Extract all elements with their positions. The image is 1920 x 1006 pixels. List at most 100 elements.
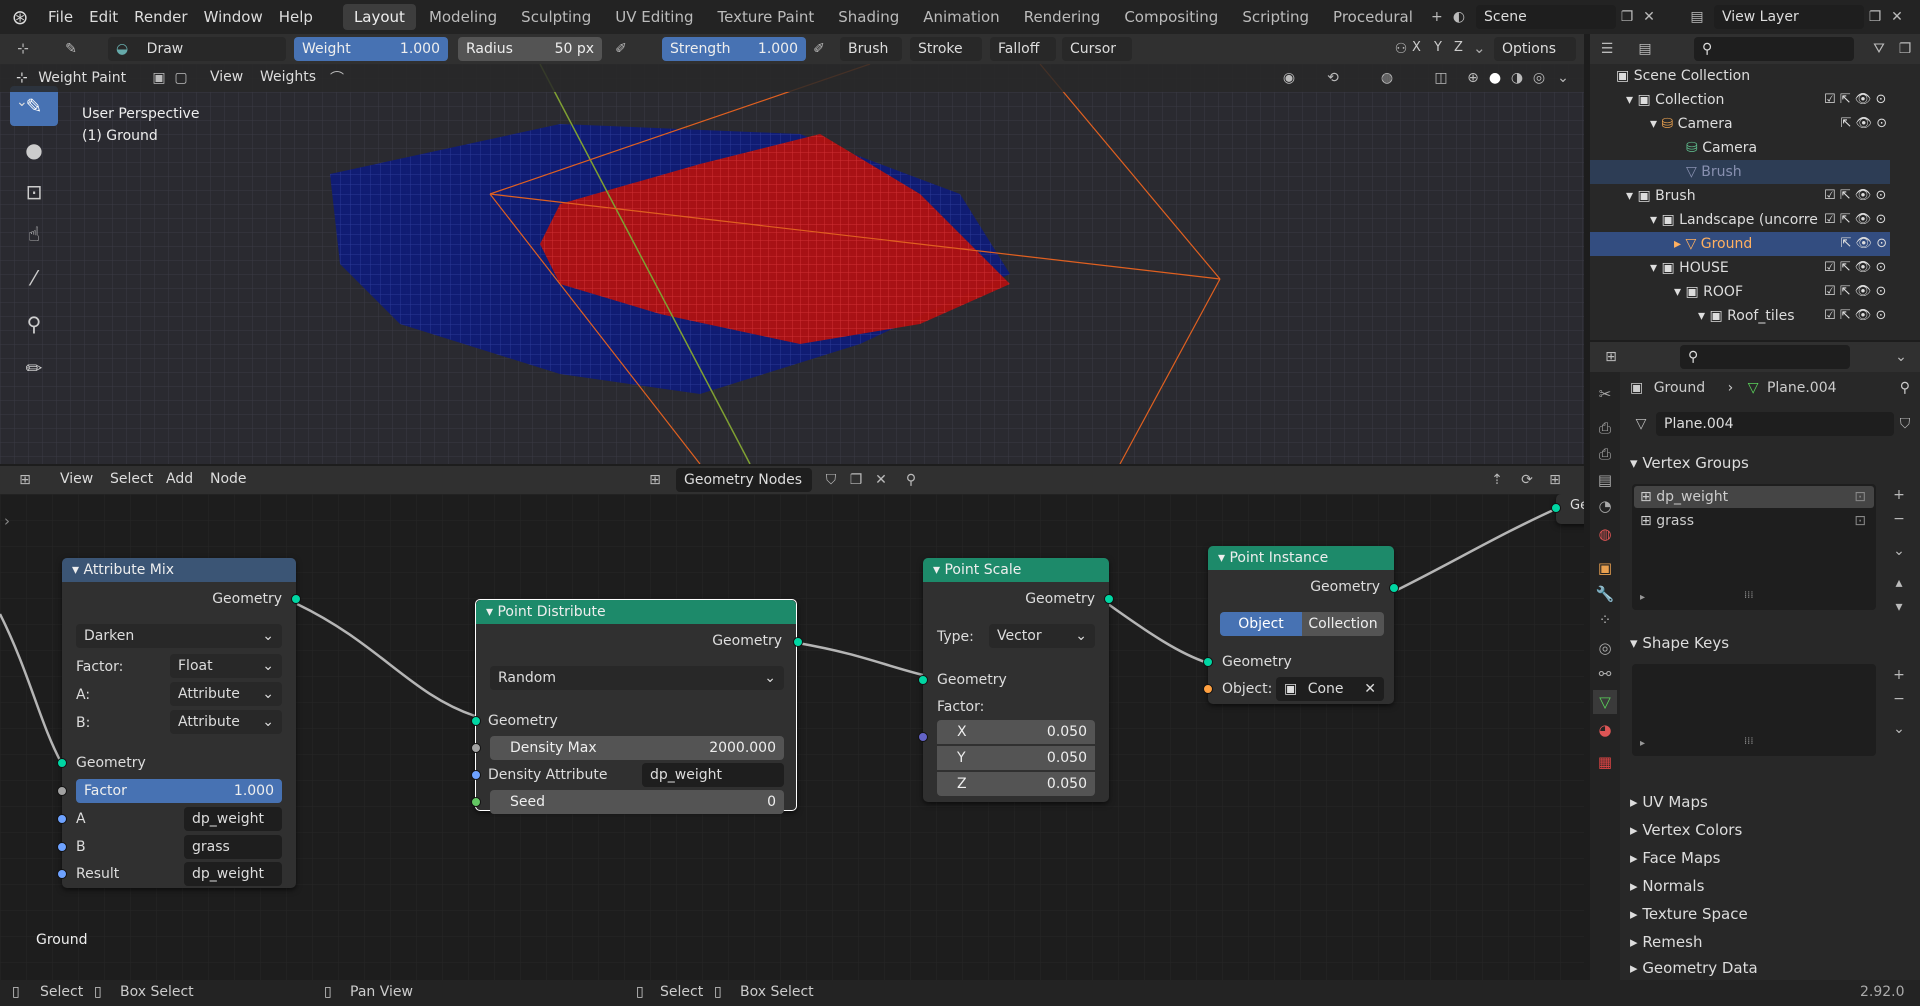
node-group-output[interactable]: Ge (1551, 494, 1584, 524)
tool-tab-icon[interactable]: ✂ (1593, 382, 1617, 406)
material-shading-icon[interactable]: ◑ (1506, 67, 1528, 89)
solid-shading-icon[interactable]: ● (1484, 67, 1506, 89)
add-vertex-group-icon[interactable]: + (1888, 484, 1910, 506)
new-scene-icon[interactable]: ❐ (1616, 6, 1638, 28)
tab-uv-editing[interactable]: UV Editing (604, 4, 704, 30)
panel-uv-maps[interactable]: ▸ UV Maps (1630, 788, 1708, 816)
a-attribute-input[interactable]: dp_weight (184, 807, 282, 831)
attribute-mix-header[interactable]: ▾ Attribute Mix (62, 558, 296, 582)
delete-scene-icon[interactable]: ✕ (1638, 6, 1660, 28)
texture-tab-icon[interactable]: ▦ (1593, 750, 1617, 774)
group-output-geometry-socket[interactable] (1551, 503, 1561, 513)
menu-help[interactable]: Help (271, 0, 321, 34)
tab-rendering[interactable]: Rendering (1013, 4, 1112, 30)
node-menu-add[interactable]: Add (166, 471, 193, 487)
expand-icon[interactable]: ▾ (1674, 284, 1681, 300)
result-attribute-input[interactable]: dp_weight (184, 862, 282, 886)
b-type-dropdown[interactable]: Attribute ⌄ (170, 710, 282, 734)
tab-scripting[interactable]: Scripting (1231, 4, 1320, 30)
point-instance-out-geometry-socket[interactable] (1389, 583, 1399, 593)
gradient-mode-icon[interactable]: ⌒ (326, 67, 348, 89)
panel-texture-space[interactable]: ▸ Texture Space (1630, 900, 1748, 928)
expand-icon[interactable]: ▾ (1626, 92, 1633, 108)
factor-type-dropdown[interactable]: Float ⌄ (170, 654, 282, 678)
brush-menu[interactable]: Brush ⌄ (840, 37, 902, 81)
tab-animation[interactable]: Animation (912, 4, 1010, 30)
view-layer-tab-icon[interactable]: ▤ (1593, 468, 1617, 492)
panel-remesh[interactable]: ▸ Remesh (1630, 928, 1702, 956)
mesh-name-field[interactable]: Plane.004 (1656, 412, 1894, 436)
add-shape-key-icon[interactable]: + (1888, 664, 1910, 686)
list-expand-icon[interactable]: ▸ (1640, 592, 1645, 603)
scale-x-field[interactable]: X 0.050 (937, 720, 1095, 744)
point-instance-header[interactable]: ▾ Point Instance (1208, 546, 1394, 570)
node-menu-node[interactable]: Node (210, 471, 247, 487)
node-editor-type-icon[interactable]: ⊞ (14, 469, 36, 491)
properties-editor-type-icon[interactable]: ⊞ (1600, 346, 1622, 368)
shading-dropdown-icon[interactable]: ⌄ (1552, 67, 1574, 89)
modifier-tab-icon[interactable]: 🔧 (1593, 582, 1617, 606)
pin-icon[interactable]: ⚲ (900, 469, 922, 491)
snap-icon[interactable]: ⟳ (1516, 469, 1538, 491)
object-tab-icon[interactable]: ▣ (1593, 556, 1617, 580)
instance-object-field[interactable]: ▣ Cone ✕ (1276, 677, 1384, 701)
node-menu-view[interactable]: View (60, 471, 93, 487)
point-scale-header[interactable]: ▾ Point Scale (923, 558, 1109, 582)
strength-pressure-icon[interactable]: ✐ (808, 38, 830, 60)
density-attribute-input[interactable]: dp_weight (642, 763, 784, 787)
output-tab-icon[interactable]: ⎙ (1593, 442, 1617, 466)
menu-render[interactable]: Render (126, 0, 195, 34)
scene-name[interactable]: Scene (1476, 5, 1616, 29)
mirror-z[interactable]: Z (1454, 40, 1463, 55)
fake-user-icon[interactable]: ⛉ (820, 469, 842, 491)
expand-icon[interactable]: ▸ (1674, 236, 1681, 252)
particles-tab-icon[interactable]: ⁘ (1593, 608, 1617, 632)
vertex-group-item[interactable]: ⊞ dp_weight ⊡ (1634, 486, 1874, 508)
node-canvas[interactable]: ▾ Attribute Mix Geometry Darken ⌄ Factor:… (0, 494, 1584, 980)
render-tab-icon[interactable]: ⎙ (1593, 416, 1617, 440)
tab-modeling[interactable]: Modeling (418, 4, 508, 30)
density-max-field[interactable]: Density Max 2000.000 (490, 736, 784, 760)
filter-icon[interactable]: ⛛ (1868, 38, 1890, 60)
menu-edit[interactable]: Edit (81, 0, 126, 34)
scene-selector[interactable]: ◐ Scene ❐ ✕ (1448, 4, 1664, 30)
expand-icon[interactable]: ▾ (1650, 260, 1657, 276)
visibility-icon[interactable]: ◉ (1278, 67, 1300, 89)
outliner-restrict-columns[interactable]: ☑ ⇱ 👁 ⊙ ⇱ 👁 ⊙ ☑ ⇱ 👁 ⊙ ☑ ⇱ 👁 ⊙ ⇱ 👁 ⊙ ☑ ⇱ 👁 ⊙… (1824, 88, 1914, 328)
density-max-socket[interactable] (471, 743, 481, 753)
physics-tab-icon[interactable]: ◎ (1593, 636, 1617, 660)
xray-icon[interactable]: ◫ (1430, 67, 1452, 89)
brush-selector[interactable]: ◒ Draw (108, 37, 286, 61)
node-tree-type-icon[interactable]: ⊞ (644, 469, 666, 491)
world-tab-icon[interactable]: ◍ (1593, 522, 1617, 546)
editor-type-icon[interactable]: ⊹ (12, 38, 34, 60)
panel-normals[interactable]: ▸ Normals (1630, 872, 1704, 900)
expand-icon[interactable]: ▾ (1626, 188, 1633, 204)
panel-face-maps[interactable]: ▸ Face Maps (1630, 844, 1720, 872)
lock-icon[interactable]: ⊡ (1854, 510, 1866, 532)
remove-vertex-group-icon[interactable]: − (1888, 508, 1910, 530)
data-tab-icon[interactable]: ▽ (1593, 690, 1617, 714)
falloff-menu[interactable]: Falloff ⌄ (990, 37, 1056, 81)
delete-view-layer-icon[interactable]: ✕ (1886, 6, 1908, 28)
b-attribute-input[interactable]: grass (184, 835, 282, 859)
node-tree-name[interactable]: Geometry Nodes (676, 468, 812, 492)
list-resize-handle-icon[interactable]: ⁞⁞⁞ (1744, 590, 1754, 601)
parent-node-tree-icon[interactable]: ⇡ (1486, 469, 1508, 491)
face-select-icon[interactable]: ▢ (170, 67, 192, 89)
view-layer-name[interactable]: View Layer (1714, 5, 1864, 29)
add-workspace-icon[interactable]: + (1426, 6, 1448, 28)
tab-shading[interactable]: Shading (827, 4, 910, 30)
new-node-tree-icon[interactable]: ❐ (845, 469, 867, 491)
mirror-y[interactable]: Y (1434, 40, 1442, 55)
tab-texture-paint[interactable]: Texture Paint (706, 4, 825, 30)
vertex-select-icon[interactable]: ▣ (148, 67, 170, 89)
seed-socket[interactable] (471, 797, 481, 807)
gizmo-icon[interactable]: ⟲ (1322, 67, 1344, 89)
vertex-groups-header[interactable]: ▾ Vertex Groups (1630, 450, 1910, 476)
expand-icon[interactable]: ▾ (1698, 308, 1705, 324)
node-point-instance[interactable]: ▾ Point Instance Geometry Object Collect… (1203, 546, 1399, 704)
panel-geometry-data[interactable]: ▸ Geometry Data (1630, 954, 1758, 982)
list-expand-icon[interactable]: ▸ (1640, 738, 1645, 749)
attribute-mix-out-geometry-socket[interactable] (291, 594, 301, 604)
